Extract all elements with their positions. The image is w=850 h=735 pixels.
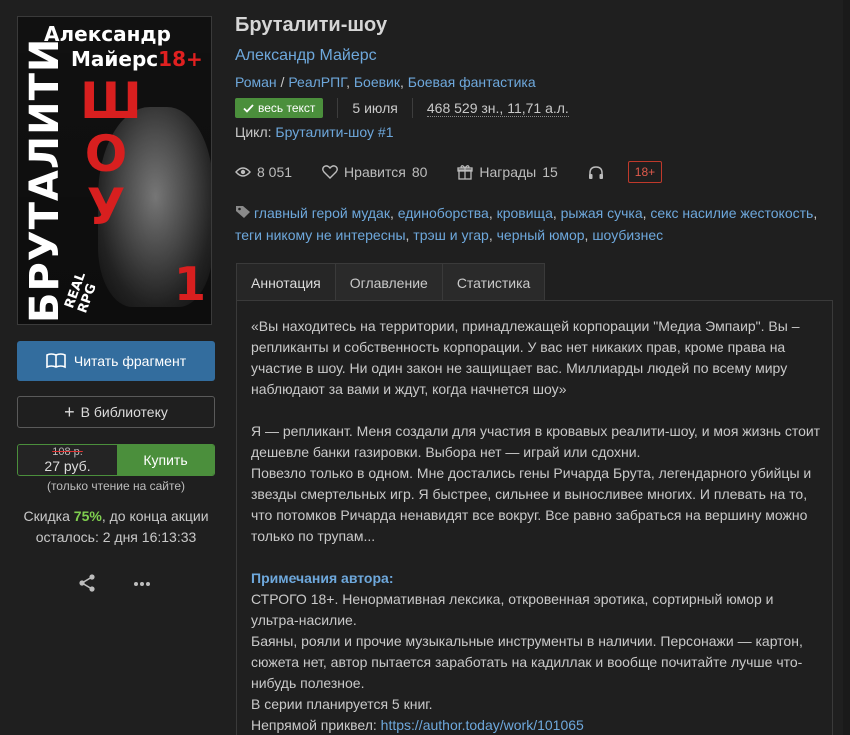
cycle: Цикл: Бруталити-шоу #1 (235, 124, 394, 140)
plus-icon: + (64, 402, 75, 422)
tag-link[interactable]: шоубизнес (592, 227, 663, 243)
author-notes-heading: Примечания автора: (251, 570, 394, 586)
headphones-icon (588, 165, 603, 179)
new-price: 27 руб. (44, 458, 91, 474)
cover-author-line2: Майерс18+ (71, 47, 203, 71)
tag-link[interactable]: трэш и угар (413, 227, 489, 243)
genre-main[interactable]: Роман (235, 74, 277, 90)
annotation-paragraph: Я — репликант. Меня создали для участия … (251, 423, 821, 460)
discount-countdown: осталось: 2 дня 16:13:33 (35, 529, 197, 545)
cover-number: 1 (174, 257, 207, 311)
author-note: СТРОГО 18+. Ненормативная лексика, откро… (251, 591, 774, 628)
author-note: Баяны, рояли и прочие музыкальные инстру… (251, 633, 803, 691)
tag-link[interactable]: секс насилие жестокость (650, 205, 813, 221)
tag-icon (236, 206, 250, 218)
genres: Роман / РеалРПГ, Боевик, Боевая фантасти… (235, 74, 536, 90)
views-stat: 8 051 (235, 164, 292, 180)
tag-link[interactable]: кровища (497, 205, 553, 221)
tag-link[interactable]: главный герой мудак (254, 205, 390, 221)
annotation-paragraph: Повезло только в одном. Мне достались ге… (251, 465, 812, 544)
author-note: Непрямой приквел: https://author.today/w… (251, 717, 584, 733)
book-open-icon (46, 353, 66, 369)
author-note: В серии планируется 5 книг. (251, 696, 433, 712)
awards-stat[interactable]: Награды 15 (457, 164, 558, 180)
heart-icon (322, 165, 338, 179)
gift-icon (457, 165, 474, 180)
page-scrollbar[interactable] (843, 0, 850, 735)
tag-link[interactable]: черный юмор (497, 227, 585, 243)
eye-icon (235, 167, 251, 177)
read-fragment-button[interactable]: Читать фрагмент (17, 341, 215, 381)
cover-title: БРУТАЛИТИ (22, 37, 68, 323)
book-meta: весь текст 5 июля 468 529 зн., 11,71 а.л… (235, 97, 569, 119)
cycle-link[interactable]: Бруталити-шоу #1 (275, 124, 393, 140)
book-title: Бруталити-шоу (235, 14, 388, 36)
audio-stat[interactable] (588, 165, 604, 180)
discount-info: Скидка 75%, до конца акции осталось: 2 д… (23, 508, 209, 545)
tab-contents[interactable]: Оглавление (334, 263, 443, 301)
genre-link[interactable]: Боевик (354, 74, 400, 90)
annotation-text: «Вы находитесь на территории, принадлежа… (251, 316, 821, 735)
likes-stat[interactable]: Нравится 80 (322, 164, 427, 180)
price-note: (только чтение на сайте) (46, 479, 186, 493)
publish-date: 5 июля (352, 100, 398, 116)
tag-link[interactable]: единоборства (398, 205, 489, 221)
book-cover[interactable]: Александр Майерс18+ БРУТАЛИТИ Ш О У REAL… (17, 16, 212, 325)
more-options-icon[interactable] (132, 573, 152, 593)
author-link[interactable]: Александр Майерс (235, 47, 377, 65)
tags: главный герой мудак, единоборства, крови… (235, 205, 818, 243)
book-size: 468 529 зн., 11,71 а.л. (426, 99, 569, 117)
full-text-badge: весь текст (235, 98, 324, 118)
cover-age: 18+ (158, 47, 203, 71)
tab-statistics[interactable]: Статистика (441, 263, 546, 301)
genre-link[interactable]: РеалРПГ (288, 74, 346, 90)
tag-link[interactable]: рыжая сучка (561, 205, 643, 221)
discount-percent: 75% (73, 508, 102, 524)
check-icon (243, 103, 254, 113)
tag-link[interactable]: теги никому не интересны (235, 227, 406, 243)
prequel-link[interactable]: https://author.today/work/101065 (381, 717, 584, 733)
genre-link[interactable]: Боевая фантастика (408, 74, 536, 90)
tab-annotation[interactable]: Аннотация (236, 263, 336, 301)
annotation-quote: «Вы находитесь на территории, принадлежа… (251, 318, 800, 397)
buy-button[interactable]: Купить (117, 445, 214, 475)
book-tabs: Аннотация Оглавление Статистика (236, 263, 546, 301)
add-to-library-button[interactable]: + В библиотеку (17, 396, 215, 428)
share-icon[interactable] (77, 573, 97, 593)
price-box: 108 р. 27 руб. Купить (17, 444, 215, 476)
stats-row: 8 051 Нравится 80 Награды 15 18+ (235, 160, 663, 184)
age-rating-badge: 18+ (627, 161, 663, 183)
cover-show-letters: Ш О У (80, 72, 142, 236)
read-fragment-label: Читать фрагмент (73, 353, 187, 369)
library-label: В библиотеку (80, 404, 168, 420)
